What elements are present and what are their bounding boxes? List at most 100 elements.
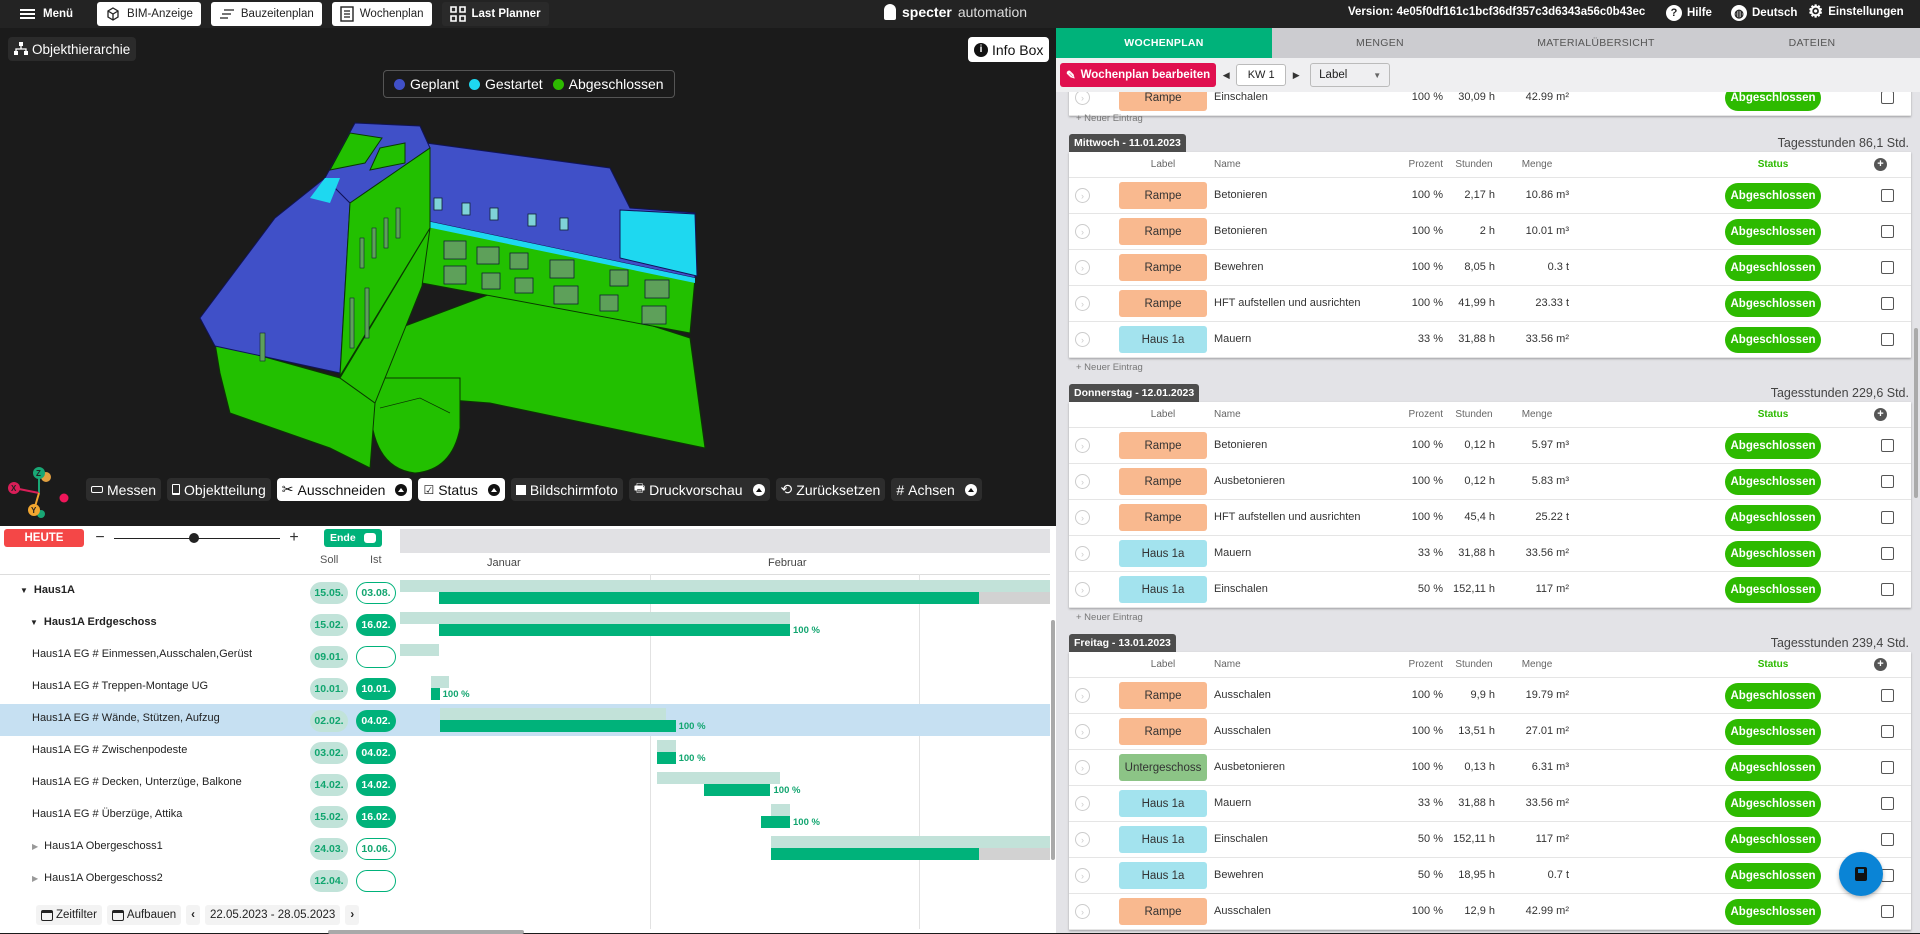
tab-materialuebersicht[interactable]: MATERIALÜBERSICHT bbox=[1488, 28, 1704, 58]
label-tag[interactable]: Rampe bbox=[1119, 682, 1207, 709]
language-button[interactable]: ◍ Deutsch bbox=[1731, 5, 1797, 21]
row-checkbox[interactable] bbox=[1881, 833, 1894, 846]
gantt-row[interactable]: ▼ Haus1A 15.05. 03.08. bbox=[0, 576, 1050, 608]
prev-week-button[interactable]: ◀ bbox=[1216, 70, 1236, 81]
print-preview-tool[interactable]: 🖶 Druckvorschau bbox=[628, 478, 770, 501]
status-button[interactable]: Abgeschlossen bbox=[1725, 755, 1821, 781]
label-tag[interactable]: Rampe bbox=[1119, 468, 1207, 495]
row-checkbox[interactable] bbox=[1881, 333, 1894, 346]
planned-bar[interactable] bbox=[400, 644, 439, 656]
time-filter-button[interactable]: Zeitfilter bbox=[36, 905, 102, 925]
screenshot-tool[interactable]: Bildschirmfoto bbox=[510, 478, 623, 501]
actual-bar[interactable] bbox=[439, 592, 979, 604]
status-dropdown-toggle[interactable] bbox=[482, 478, 505, 501]
planned-bar[interactable] bbox=[400, 580, 1050, 592]
build-button[interactable]: Aufbauen bbox=[106, 905, 182, 925]
task-row[interactable]: › Haus 1a Bewehren 50 % 18,95 h 0.7 t Abgeschl… bbox=[1069, 858, 1911, 894]
label-tag[interactable]: Rampe bbox=[1119, 504, 1207, 531]
status-button[interactable]: Abgeschlossen bbox=[1725, 577, 1821, 603]
status-button[interactable]: Abgeschlossen bbox=[1725, 719, 1821, 745]
label-tag[interactable]: Rampe bbox=[1119, 254, 1207, 281]
status-tool[interactable]: ☑ Status bbox=[418, 478, 505, 501]
row-checkbox[interactable] bbox=[1881, 583, 1894, 596]
expand-row-icon[interactable]: › bbox=[1075, 688, 1090, 703]
tab-bauzeitenplan[interactable]: Bauzeitenplan bbox=[210, 2, 322, 26]
actual-bar[interactable] bbox=[439, 720, 676, 732]
info-box-button[interactable]: i Info Box bbox=[968, 37, 1050, 62]
expand-row-icon[interactable]: › bbox=[1075, 438, 1090, 453]
expand-row-icon[interactable]: › bbox=[1075, 582, 1090, 597]
task-row[interactable]: › Haus 1a Einschalen 50 % 152,11 h 117 m² Abge… bbox=[1069, 572, 1911, 608]
help-button[interactable]: ? Hilfe bbox=[1666, 5, 1712, 21]
task-row[interactable]: › Rampe HFT aufstellen und ausrichten 100 %… bbox=[1069, 500, 1911, 536]
tab-mengen[interactable]: MENGEN bbox=[1272, 28, 1488, 58]
status-button[interactable]: Abgeschlossen bbox=[1725, 183, 1821, 209]
task-name[interactable]: Haus1A EG # Zwischenpodeste bbox=[32, 744, 187, 756]
menu-button[interactable]: Menü bbox=[20, 8, 73, 20]
status-button[interactable]: Abgeschlossen bbox=[1725, 469, 1821, 495]
bim-viewer[interactable]: Objekthierarchie Geplant Gestartet Abges… bbox=[0, 28, 1056, 526]
expand-row-icon[interactable]: › bbox=[1075, 724, 1090, 739]
task-row[interactable]: › Rampe Ausschalen 100 % 12,9 h 42.99 m² Abges… bbox=[1069, 894, 1911, 930]
remaining-bar[interactable] bbox=[978, 848, 1050, 860]
expand-open-icon[interactable]: ▼ bbox=[30, 618, 38, 627]
expand-row-icon[interactable]: › bbox=[1075, 90, 1090, 105]
label-tag[interactable]: Haus 1a bbox=[1119, 326, 1207, 353]
panel-scrollbar[interactable] bbox=[1914, 328, 1918, 498]
expand-row-icon[interactable]: › bbox=[1075, 188, 1090, 203]
planned-bar[interactable] bbox=[400, 612, 790, 624]
building-3d-model[interactable] bbox=[190, 108, 930, 488]
new-entry-link[interactable]: + Neuer Eintrag bbox=[1076, 612, 1143, 623]
tab-last-planner[interactable]: Last Planner bbox=[441, 2, 549, 26]
planned-bar[interactable] bbox=[656, 740, 676, 752]
task-name[interactable]: ▼ Haus1A Erdgeschoss bbox=[30, 616, 157, 628]
status-button[interactable]: Abgeschlossen bbox=[1725, 541, 1821, 567]
task-name[interactable]: Haus1A EG # Decken, Unterzüge, Balkone bbox=[32, 776, 242, 788]
expand-closed-icon[interactable]: ▶ bbox=[32, 874, 38, 883]
task-name[interactable]: ▶ Haus1A Obergeschoss1 bbox=[32, 840, 163, 852]
label-tag[interactable]: Rampe bbox=[1119, 898, 1207, 925]
reset-tool[interactable]: ⟲ Zurücksetzen bbox=[775, 478, 886, 501]
actual-bar[interactable] bbox=[761, 816, 790, 828]
row-checkbox[interactable] bbox=[1881, 689, 1894, 702]
task-row[interactable]: › Haus 1a Mauern 33 % 31,88 h 33.56 m² Abgesch… bbox=[1069, 536, 1911, 572]
expand-row-icon[interactable]: › bbox=[1075, 474, 1090, 489]
cut-dropdown-toggle[interactable] bbox=[390, 478, 413, 501]
row-checkbox[interactable] bbox=[1881, 297, 1894, 310]
gantt-row[interactable]: ▼ Haus1A Erdgeschoss 15.02. 16.02. 100 % bbox=[0, 608, 1050, 640]
label-tag[interactable]: Rampe bbox=[1119, 432, 1207, 459]
prev-range-button[interactable]: ‹ bbox=[186, 905, 200, 925]
cut-tool[interactable]: ✂ Ausschneiden bbox=[276, 478, 413, 501]
object-split-tool[interactable]: Objektteilung bbox=[167, 478, 271, 501]
expand-row-icon[interactable]: › bbox=[1075, 260, 1090, 275]
zoom-in-icon[interactable]: + bbox=[286, 529, 302, 547]
planned-bar[interactable] bbox=[430, 676, 450, 688]
tab-dateien[interactable]: DATEIEN bbox=[1704, 28, 1920, 58]
gantt-row[interactable]: Haus1A EG # Überzüge, Attika 15.02. 16.02.… bbox=[0, 800, 1050, 832]
planned-bar[interactable] bbox=[770, 836, 1050, 848]
add-row-icon[interactable]: + bbox=[1874, 658, 1887, 671]
row-checkbox[interactable] bbox=[1881, 91, 1894, 104]
planned-bar[interactable] bbox=[439, 708, 667, 720]
label-tag[interactable]: Rampe bbox=[1119, 218, 1207, 245]
label-tag[interactable]: Haus 1a bbox=[1119, 576, 1207, 603]
task-row[interactable]: › Rampe Betonieren 100 % 0,12 h 5.97 m³ Abgesc… bbox=[1069, 428, 1911, 464]
zoom-out-icon[interactable]: − bbox=[92, 529, 108, 547]
add-row-icon[interactable]: + bbox=[1874, 408, 1887, 421]
zoom-slider[interactable]: − + bbox=[92, 529, 302, 547]
end-toggle[interactable]: Ende bbox=[324, 529, 382, 547]
task-row[interactable]: › Haus 1a Einschalen 50 % 152,11 h 117 m² Abge… bbox=[1069, 822, 1911, 858]
actual-bar[interactable] bbox=[430, 688, 440, 700]
row-checkbox[interactable] bbox=[1881, 511, 1894, 524]
gantt-row[interactable]: Haus1A EG # Wände, Stützen, Aufzug 02.02.… bbox=[0, 704, 1050, 736]
expand-row-icon[interactable]: › bbox=[1075, 760, 1090, 775]
horizontal-scrollbar[interactable] bbox=[328, 930, 524, 934]
row-checkbox[interactable] bbox=[1881, 761, 1894, 774]
next-range-button[interactable]: › bbox=[345, 905, 360, 925]
task-name[interactable]: Haus1A EG # Einmessen,Ausschalen,Gerüst bbox=[32, 648, 252, 660]
expand-open-icon[interactable]: ▼ bbox=[20, 586, 28, 595]
edit-weekplan-button[interactable]: ✎ Wochenplan bearbeiten bbox=[1060, 63, 1217, 87]
new-entry-link[interactable]: + Neuer Eintrag bbox=[1076, 362, 1143, 373]
expand-row-icon[interactable]: › bbox=[1075, 832, 1090, 847]
print-dropdown-toggle[interactable] bbox=[747, 478, 770, 501]
